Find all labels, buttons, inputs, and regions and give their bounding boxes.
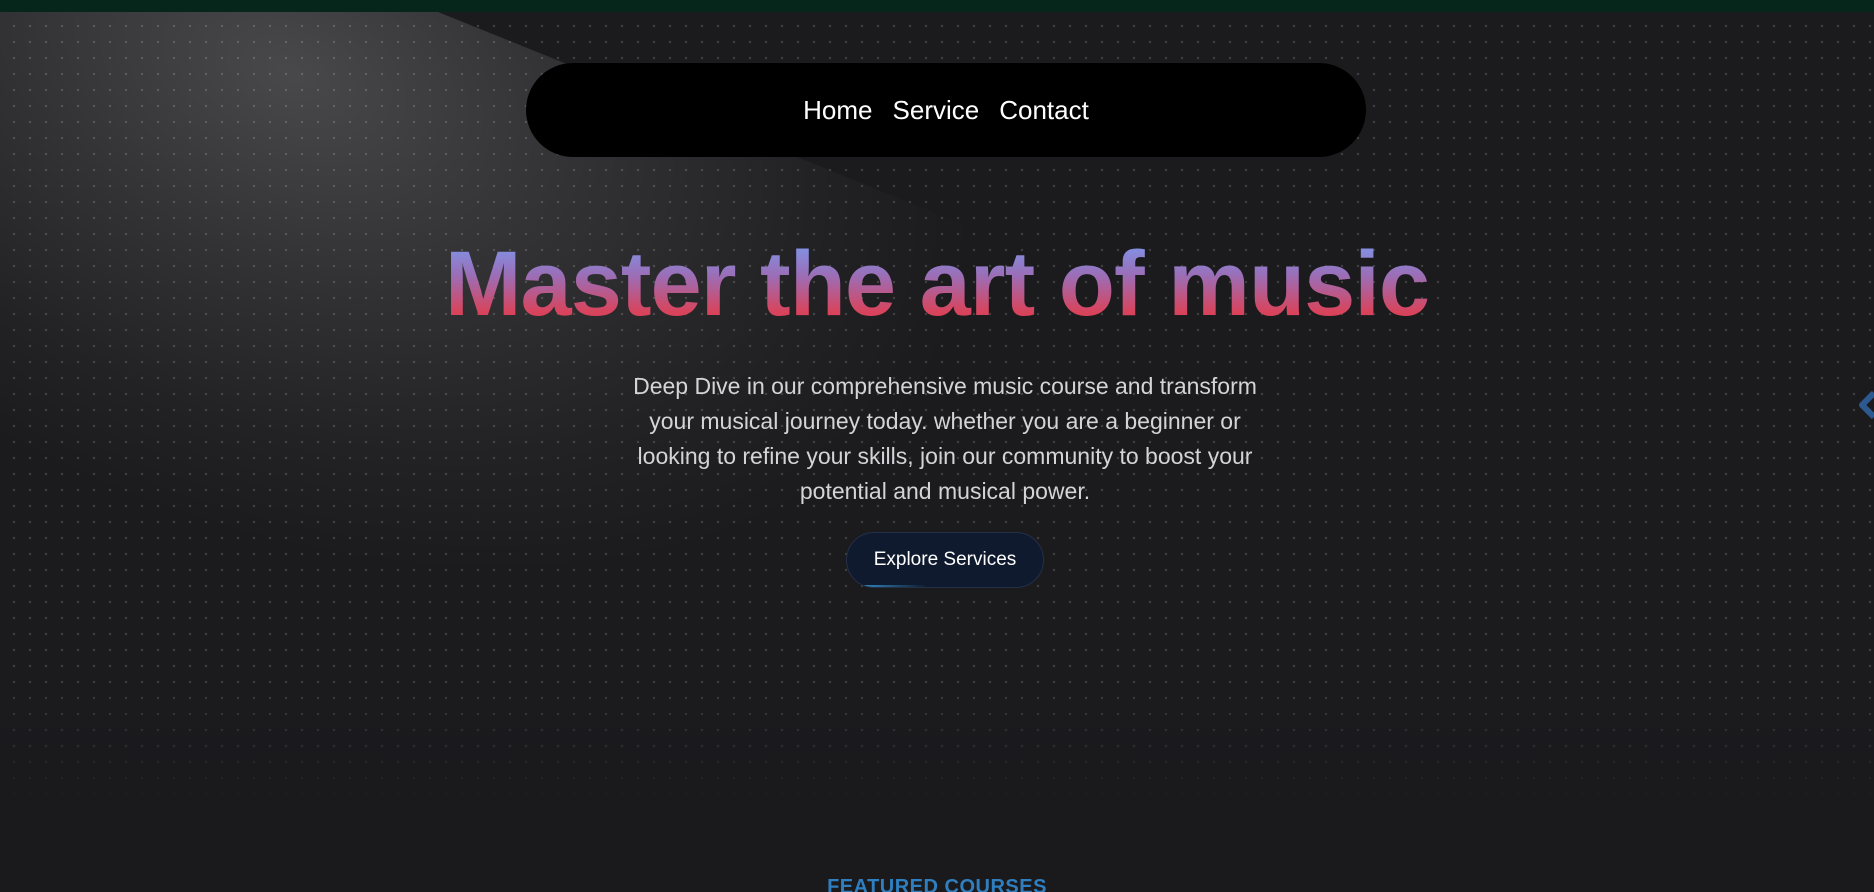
hero-section: Home Service Contact Master the art of m… — [0, 12, 1874, 812]
chevron-left-icon[interactable] — [1858, 385, 1874, 425]
nav-link-home[interactable]: Home — [803, 95, 872, 126]
hero-title: Master the art of music — [0, 238, 1874, 330]
nav-link-contact[interactable]: Contact — [999, 95, 1089, 126]
explore-services-button[interactable]: Explore Services — [846, 532, 1044, 588]
featured-courses-heading: FEATURED COURSES — [827, 876, 1047, 892]
explore-services-label: Explore Services — [873, 549, 1017, 570]
hero-bottom-fade — [0, 672, 1874, 812]
navbar: Home Service Contact — [526, 63, 1366, 157]
nav-link-service[interactable]: Service — [893, 95, 980, 126]
hero-description: Deep Dive in our comprehensive music cou… — [633, 373, 1257, 504]
